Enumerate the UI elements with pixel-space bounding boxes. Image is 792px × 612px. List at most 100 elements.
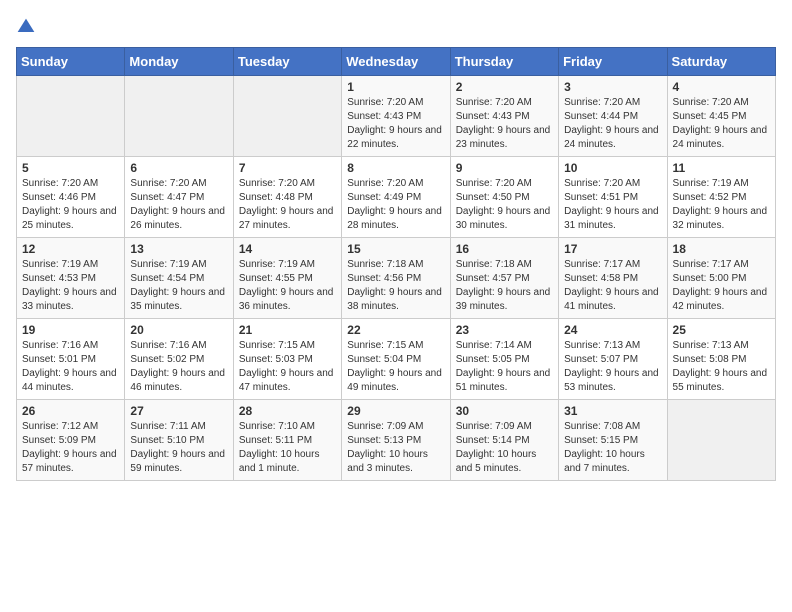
day-info: Sunrise: 7:20 AMSunset: 4:49 PMDaylight:… [347,177,444,233]
calendar-cell: 27 Sunrise: 7:11 AMSunset: 5:10 PMDayligh… [125,400,233,481]
day-number: 22 [347,323,444,337]
column-header-wednesday: Wednesday [342,48,450,76]
day-number: 9 [456,161,553,175]
day-info: Sunrise: 7:19 AMSunset: 4:53 PMDaylight:… [22,258,119,314]
calendar-cell: 22 Sunrise: 7:15 AMSunset: 5:04 PMDayligh… [342,319,450,400]
calendar-cell: 17 Sunrise: 7:17 AMSunset: 4:58 PMDayligh… [559,238,667,319]
day-info: Sunrise: 7:10 AMSunset: 5:11 PMDaylight:… [239,420,336,476]
day-number: 5 [22,161,119,175]
day-number: 30 [456,404,553,418]
column-header-sunday: Sunday [17,48,125,76]
day-number: 3 [564,80,661,94]
column-header-monday: Monday [125,48,233,76]
day-info: Sunrise: 7:14 AMSunset: 5:05 PMDaylight:… [456,339,553,395]
column-header-saturday: Saturday [667,48,775,76]
day-info: Sunrise: 7:13 AMSunset: 5:07 PMDaylight:… [564,339,661,395]
day-info: Sunrise: 7:13 AMSunset: 5:08 PMDaylight:… [673,339,770,395]
day-info: Sunrise: 7:15 AMSunset: 5:04 PMDaylight:… [347,339,444,395]
day-number: 1 [347,80,444,94]
day-number: 14 [239,242,336,256]
day-info: Sunrise: 7:20 AMSunset: 4:43 PMDaylight:… [456,96,553,152]
calendar-table: SundayMondayTuesdayWednesdayThursdayFrid… [16,47,776,481]
day-info: Sunrise: 7:19 AMSunset: 4:55 PMDaylight:… [239,258,336,314]
calendar-cell: 12 Sunrise: 7:19 AMSunset: 4:53 PMDayligh… [17,238,125,319]
day-number: 31 [564,404,661,418]
calendar-cell [125,76,233,157]
calendar-cell: 15 Sunrise: 7:18 AMSunset: 4:56 PMDayligh… [342,238,450,319]
logo [16,16,38,37]
calendar-cell: 9 Sunrise: 7:20 AMSunset: 4:50 PMDaylight… [450,157,558,238]
day-number: 10 [564,161,661,175]
calendar-cell: 24 Sunrise: 7:13 AMSunset: 5:07 PMDayligh… [559,319,667,400]
calendar-cell: 26 Sunrise: 7:12 AMSunset: 5:09 PMDayligh… [17,400,125,481]
logo-icon [16,17,36,37]
calendar-cell: 20Sunrise: 7:16 AMSunset: 5:02 PMDayligh… [125,319,233,400]
calendar-cell: 8 Sunrise: 7:20 AMSunset: 4:49 PMDaylight… [342,157,450,238]
calendar-cell: 16Sunrise: 7:18 AMSunset: 4:57 PMDayligh… [450,238,558,319]
day-number: 26 [22,404,119,418]
day-info: Sunrise: 7:19 AMSunset: 4:52 PMDaylight:… [673,177,770,233]
day-info: Sunrise: 7:19 AMSunset: 4:54 PMDaylight:… [130,258,227,314]
calendar-cell: 1 Sunrise: 7:20 AMSunset: 4:43 PMDaylight… [342,76,450,157]
day-number: 23 [456,323,553,337]
day-number: 19 [22,323,119,337]
calendar-cell: 13Sunrise: 7:19 AMSunset: 4:54 PMDayligh… [125,238,233,319]
calendar-cell: 2 Sunrise: 7:20 AMSunset: 4:43 PMDaylight… [450,76,558,157]
day-number: 11 [673,161,770,175]
calendar-cell: 31 Sunrise: 7:08 AMSunset: 5:15 PMDayligh… [559,400,667,481]
day-info: Sunrise: 7:20 AMSunset: 4:50 PMDaylight:… [456,177,553,233]
page-header [16,16,776,37]
calendar-cell: 3Sunrise: 7:20 AMSunset: 4:44 PMDaylight… [559,76,667,157]
day-info: Sunrise: 7:17 AMSunset: 4:58 PMDaylight:… [564,258,661,314]
calendar-week-row: 26 Sunrise: 7:12 AMSunset: 5:09 PMDayligh… [17,400,776,481]
day-info: Sunrise: 7:20 AMSunset: 4:46 PMDaylight:… [22,177,119,233]
day-number: 12 [22,242,119,256]
day-number: 29 [347,404,444,418]
day-info: Sunrise: 7:20 AMSunset: 4:45 PMDaylight:… [673,96,770,152]
day-number: 24 [564,323,661,337]
calendar-cell: 14 Sunrise: 7:19 AMSunset: 4:55 PMDayligh… [233,238,341,319]
calendar-cell: 10 Sunrise: 7:20 AMSunset: 4:51 PMDayligh… [559,157,667,238]
day-info: Sunrise: 7:20 AMSunset: 4:43 PMDaylight:… [347,96,444,152]
day-number: 25 [673,323,770,337]
calendar-cell: 4 Sunrise: 7:20 AMSunset: 4:45 PMDaylight… [667,76,775,157]
day-info: Sunrise: 7:20 AMSunset: 4:51 PMDaylight:… [564,177,661,233]
calendar-cell: 28 Sunrise: 7:10 AMSunset: 5:11 PMDayligh… [233,400,341,481]
day-info: Sunrise: 7:20 AMSunset: 4:48 PMDaylight:… [239,177,336,233]
column-header-thursday: Thursday [450,48,558,76]
day-number: 21 [239,323,336,337]
calendar-cell: 23 Sunrise: 7:14 AMSunset: 5:05 PMDayligh… [450,319,558,400]
day-number: 17 [564,242,661,256]
day-info: Sunrise: 7:12 AMSunset: 5:09 PMDaylight:… [22,420,119,476]
calendar-cell [667,400,775,481]
calendar-week-row: 1 Sunrise: 7:20 AMSunset: 4:43 PMDaylight… [17,76,776,157]
day-number: 16 [456,242,553,256]
day-number: 2 [456,80,553,94]
calendar-cell: 29 Sunrise: 7:09 AMSunset: 5:13 PMDayligh… [342,400,450,481]
calendar-cell: 30 Sunrise: 7:09 AMSunset: 5:14 PMDayligh… [450,400,558,481]
calendar-week-row: 12 Sunrise: 7:19 AMSunset: 4:53 PMDayligh… [17,238,776,319]
day-number: 4 [673,80,770,94]
day-info: Sunrise: 7:09 AMSunset: 5:14 PMDaylight:… [456,420,553,476]
calendar-cell: 21 Sunrise: 7:15 AMSunset: 5:03 PMDayligh… [233,319,341,400]
day-info: Sunrise: 7:20 AMSunset: 4:47 PMDaylight:… [130,177,227,233]
calendar-cell: 7 Sunrise: 7:20 AMSunset: 4:48 PMDaylight… [233,157,341,238]
day-number: 27 [130,404,227,418]
calendar-week-row: 19Sunrise: 7:16 AMSunset: 5:01 PMDayligh… [17,319,776,400]
day-number: 8 [347,161,444,175]
day-info: Sunrise: 7:18 AMSunset: 4:56 PMDaylight:… [347,258,444,314]
day-number: 15 [347,242,444,256]
day-info: Sunrise: 7:15 AMSunset: 5:03 PMDaylight:… [239,339,336,395]
day-number: 6 [130,161,227,175]
day-number: 7 [239,161,336,175]
day-info: Sunrise: 7:09 AMSunset: 5:13 PMDaylight:… [347,420,444,476]
day-number: 28 [239,404,336,418]
day-info: Sunrise: 7:08 AMSunset: 5:15 PMDaylight:… [564,420,661,476]
day-number: 18 [673,242,770,256]
column-header-friday: Friday [559,48,667,76]
calendar-cell: 18Sunrise: 7:17 AMSunset: 5:00 PMDayligh… [667,238,775,319]
calendar-cell: 6 Sunrise: 7:20 AMSunset: 4:47 PMDaylight… [125,157,233,238]
day-number: 20 [130,323,227,337]
calendar-cell: 19Sunrise: 7:16 AMSunset: 5:01 PMDayligh… [17,319,125,400]
day-info: Sunrise: 7:11 AMSunset: 5:10 PMDaylight:… [130,420,227,476]
